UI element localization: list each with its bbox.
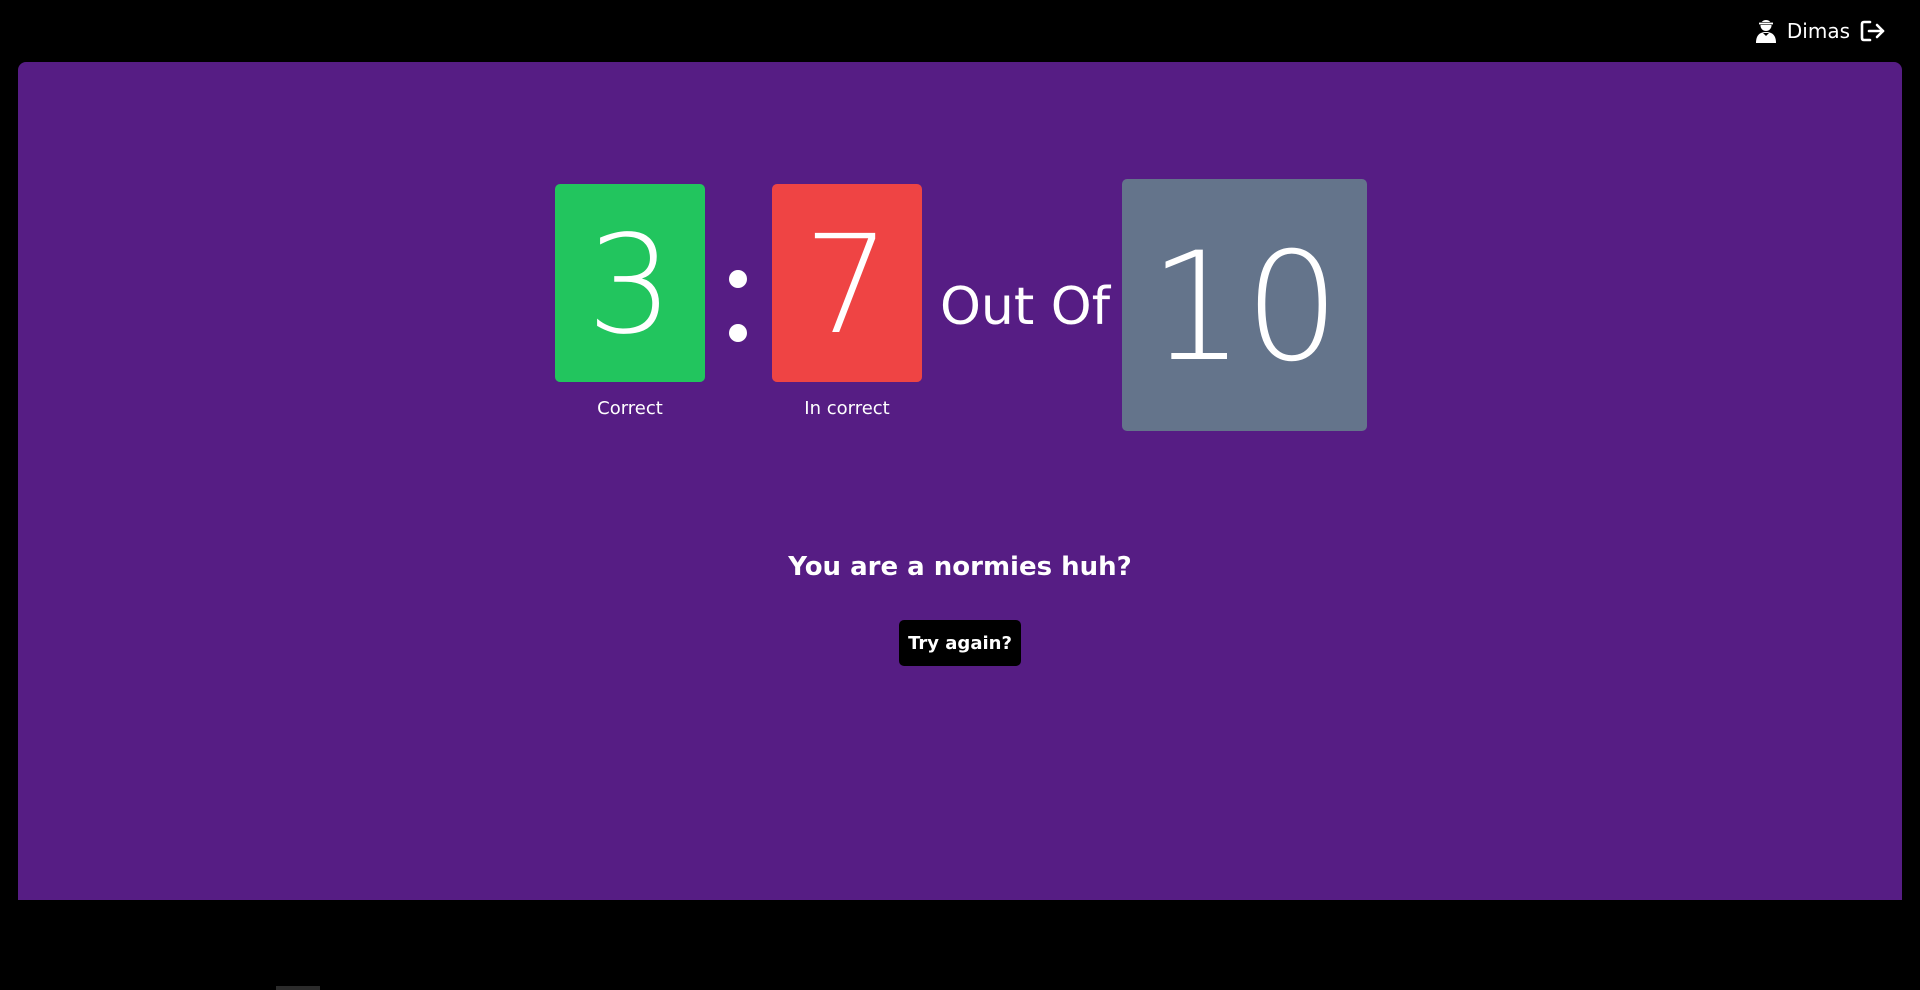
- score-separator: [728, 270, 748, 350]
- correct-score-tile: 3: [555, 184, 705, 382]
- logout-icon[interactable]: [1860, 19, 1886, 43]
- incorrect-score: 7: [803, 207, 891, 365]
- total-score: 10: [1149, 221, 1340, 395]
- correct-score: 3: [586, 207, 674, 365]
- try-again-button[interactable]: Try again?: [899, 620, 1021, 666]
- score-board: 3 Correct 7 In correct Out Of 10: [555, 179, 1385, 499]
- user-menu: Dimas: [1755, 17, 1886, 45]
- incorrect-score-tile: 7: [772, 184, 922, 382]
- out-of-label: Out Of: [940, 277, 1111, 337]
- user-icon: [1755, 20, 1776, 43]
- incorrect-label: In correct: [804, 398, 890, 419]
- results-panel: 3 Correct 7 In correct Out Of 10 You are…: [18, 62, 1902, 900]
- top-bar: Dimas: [0, 0, 1920, 62]
- total-score-tile: 10: [1122, 179, 1367, 431]
- result-message: You are a normies huh?: [788, 552, 1132, 582]
- correct-label: Correct: [597, 398, 663, 419]
- taskbar-indicator: [276, 986, 320, 990]
- user-name: Dimas: [1786, 19, 1850, 43]
